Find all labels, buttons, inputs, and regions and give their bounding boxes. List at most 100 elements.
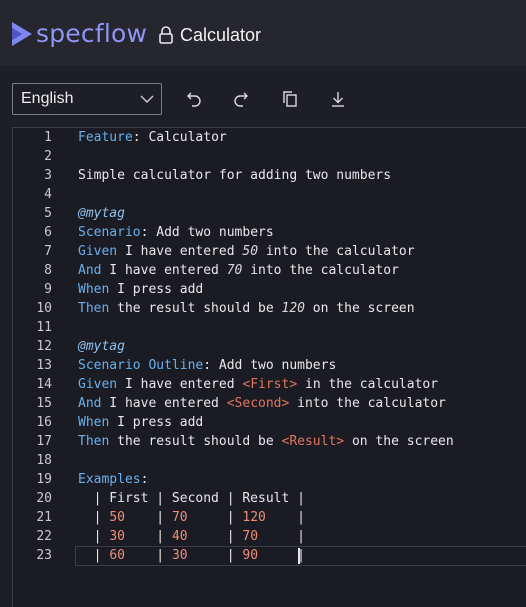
line-text: Then the result should be <Result> on th… bbox=[78, 432, 454, 451]
code-text: | bbox=[78, 529, 110, 544]
code-text: I have entered bbox=[117, 244, 243, 259]
undo-icon bbox=[187, 92, 201, 107]
gherkin-keyword: Given bbox=[78, 377, 118, 392]
language-select-value: English bbox=[21, 90, 74, 107]
outline-placeholder: <First> bbox=[242, 377, 298, 392]
outline-placeholder: <Result> bbox=[281, 434, 345, 449]
line-number: 9 bbox=[44, 282, 52, 297]
outline-placeholder: <Second> bbox=[226, 396, 290, 411]
code-text: into the calculator bbox=[289, 396, 446, 411]
editor-toolbar: English bbox=[0, 66, 526, 128]
line-number: 19 bbox=[36, 472, 52, 487]
code-text: into the calculator bbox=[242, 263, 399, 278]
code-text: : Add two numbers bbox=[203, 358, 337, 373]
line-number: 2 bbox=[44, 149, 52, 164]
copy-button[interactable] bbox=[279, 88, 301, 110]
download-icon bbox=[332, 92, 344, 107]
code-text: Simple calculator for adding two numbers bbox=[78, 168, 392, 183]
example-value: 30 bbox=[109, 529, 149, 544]
gherkin-keyword: Then bbox=[78, 434, 110, 449]
code-text: I have entered bbox=[101, 396, 227, 411]
line-text: @mytag bbox=[78, 337, 125, 356]
code-text: I have entered bbox=[101, 263, 227, 278]
code-text: | bbox=[218, 510, 243, 525]
project-title-area: Calculator bbox=[158, 24, 261, 46]
line-text: Simple calculator for adding two numbers bbox=[78, 166, 391, 185]
example-value: 60 bbox=[109, 548, 149, 563]
line-number: 20 bbox=[36, 491, 52, 506]
gherkin-keyword: Given bbox=[78, 244, 118, 259]
code-text: the result should be bbox=[109, 434, 282, 449]
example-value: 40 bbox=[171, 529, 219, 544]
code-text: | First | Second | Result | bbox=[78, 491, 305, 506]
gherkin-keyword: Examples bbox=[78, 472, 141, 487]
line-number: 6 bbox=[44, 225, 52, 240]
code-text: | bbox=[218, 529, 243, 544]
line-number: 5 bbox=[44, 206, 52, 221]
gherkin-keyword: And bbox=[78, 263, 102, 278]
undo-button[interactable] bbox=[183, 88, 205, 110]
gherkin-keyword: And bbox=[78, 396, 102, 411]
line-text: Given I have entered <First> in the calc… bbox=[78, 375, 438, 394]
line-number: 11 bbox=[36, 320, 52, 335]
code-text: the result should be bbox=[109, 301, 282, 316]
line-number: 7 bbox=[44, 244, 52, 259]
line-number: 3 bbox=[44, 168, 52, 183]
code-editor[interactable]: 1 Feature: Calculator 2 3 Simple calculator … bbox=[12, 127, 526, 607]
redo-button[interactable] bbox=[230, 88, 252, 110]
code-text: | bbox=[148, 510, 172, 525]
code-text: into the calculator bbox=[258, 244, 415, 259]
copy-icon bbox=[283, 91, 297, 107]
gherkin-keyword: Feature bbox=[78, 130, 133, 145]
example-value: 30 bbox=[171, 548, 219, 563]
step-number: 120 bbox=[281, 301, 305, 316]
gherkin-keyword: Scenario bbox=[78, 225, 141, 240]
line-text: When I press add bbox=[78, 280, 203, 299]
gherkin-tag: @mytag bbox=[78, 206, 125, 221]
gherkin-tag: @mytag bbox=[78, 339, 125, 354]
specflow-logo-icon bbox=[12, 22, 32, 46]
step-number: 50 bbox=[242, 244, 259, 259]
code-text: | bbox=[289, 510, 306, 525]
line-text: And I have entered <Second> into the cal… bbox=[78, 394, 446, 413]
example-value: 70 bbox=[171, 510, 219, 525]
line-number: 1 bbox=[44, 130, 52, 145]
code-text: : Add two numbers bbox=[140, 225, 274, 240]
line-text: Then the result should be 120 on the scr… bbox=[78, 299, 415, 318]
download-button[interactable] bbox=[327, 88, 349, 110]
line-text: @mytag bbox=[78, 204, 125, 223]
line-number: 10 bbox=[36, 301, 52, 316]
line-number: 17 bbox=[36, 434, 52, 449]
line-text: | First | Second | Result | bbox=[78, 489, 305, 508]
line-number: 16 bbox=[36, 415, 52, 430]
line-text: Scenario: Add two numbers bbox=[78, 223, 274, 242]
example-value: 50 bbox=[109, 510, 149, 525]
language-select[interactable]: English bbox=[12, 83, 162, 115]
code-text: : Calculator bbox=[132, 130, 227, 145]
line-text: Given I have entered 50 into the calcula… bbox=[78, 242, 415, 261]
code-text: on the screen bbox=[304, 301, 415, 316]
code-text: | bbox=[148, 529, 172, 544]
line-number: 23 bbox=[36, 548, 52, 563]
code-text: on the screen bbox=[344, 434, 454, 449]
line-number: 8 bbox=[44, 263, 52, 278]
line-number: 4 bbox=[44, 187, 52, 202]
line-text: Feature: Calculator bbox=[78, 128, 227, 147]
line-text: | 60 | 30 | 90 | bbox=[78, 546, 305, 565]
line-number: 18 bbox=[36, 453, 52, 468]
gherkin-keyword: Scenario Outline bbox=[78, 358, 204, 373]
line-number: 15 bbox=[36, 396, 52, 411]
code-text: in the calculator bbox=[297, 377, 439, 392]
lock-icon bbox=[159, 26, 173, 44]
step-number: 70 bbox=[226, 263, 243, 278]
example-value: 90 bbox=[242, 548, 290, 563]
line-number: 14 bbox=[36, 377, 52, 392]
gherkin-keyword: When bbox=[78, 282, 110, 297]
code-text: | bbox=[78, 548, 110, 563]
code-text: : bbox=[140, 472, 149, 487]
brand-name: specflow bbox=[36, 19, 148, 48]
code-text: | bbox=[78, 510, 110, 525]
gherkin-keyword: Then bbox=[78, 301, 110, 316]
specflow-logo[interactable]: specflow bbox=[10, 19, 147, 49]
code-text: | bbox=[218, 548, 243, 563]
